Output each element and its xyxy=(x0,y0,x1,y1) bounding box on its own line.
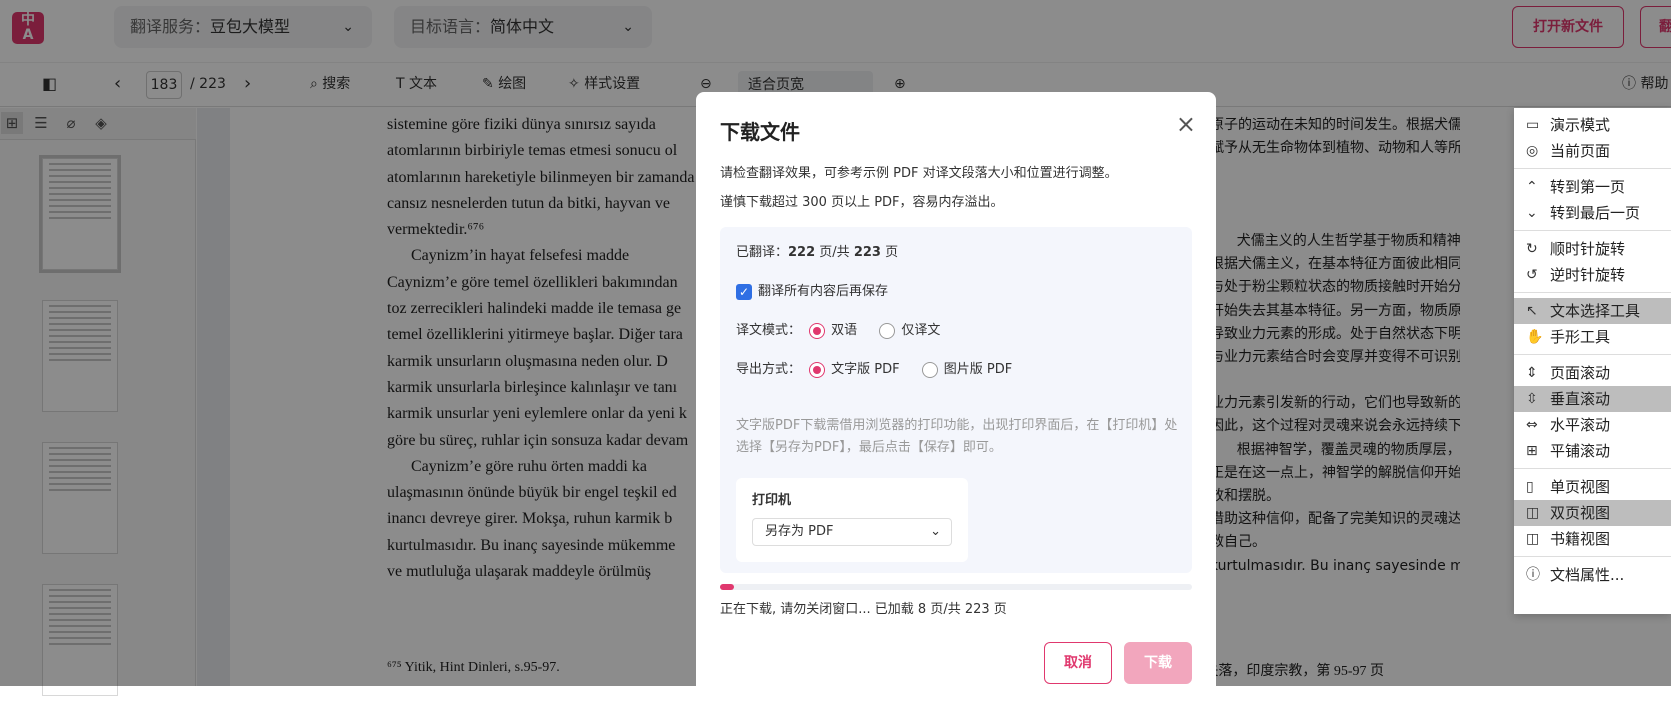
menu-separator xyxy=(1514,354,1671,355)
book-view-icon: ◫ xyxy=(1526,531,1540,547)
menu-item[interactable]: ↖ 文本选择工具 xyxy=(1514,298,1671,324)
printer-label: 打印机 xyxy=(752,493,792,508)
translated-total: 223 xyxy=(853,245,881,260)
menu-item-label: 演示模式 xyxy=(1550,116,1611,134)
download-button[interactable]: 下载 xyxy=(1124,642,1192,684)
download-progress-fill xyxy=(720,584,735,590)
print-hint: 文字版PDF下载需借用浏览器的打印功能，出现打印界面后，在【打印机】处选择【另存… xyxy=(736,418,1178,455)
menu-item-label: 顺时针旋转 xyxy=(1550,240,1626,258)
menu-item-label: 逆时针旋转 xyxy=(1550,266,1626,284)
image-pdf-radio[interactable] xyxy=(921,361,938,378)
menu-item[interactable]: ↻ 顺时针旋转 xyxy=(1514,236,1671,262)
cancel-button[interactable]: 取消 xyxy=(1044,642,1112,684)
export-method-group: 导出方式： 文字版 PDF 图片版 PDF xyxy=(736,360,1012,380)
menu-separator xyxy=(1514,230,1671,231)
menu-item-label: 平铺滚动 xyxy=(1550,442,1611,460)
download-status: 正在下载, 请勿关闭窗口... 已加载 8 页/共 223 页 xyxy=(720,602,1007,617)
menu-item-label: 转到最后一页 xyxy=(1550,204,1641,222)
double-page-icon: ◫ xyxy=(1526,505,1540,521)
translated-label: 已翻译： xyxy=(736,245,789,260)
wrapped-scroll-icon: ⊞ xyxy=(1526,443,1538,459)
text-select-icon: ↖ xyxy=(1526,303,1538,319)
save-after-all-label: 翻译所有内容后再保存 xyxy=(758,284,889,299)
menu-item[interactable]: ▯ 单页视图 xyxy=(1514,474,1671,500)
menu-item[interactable]: ✋ 手形工具 xyxy=(1514,324,1671,350)
translation-mode-group: 译文模式： 双语 仅译文 xyxy=(736,321,940,341)
checkbox-checked-icon[interactable]: ✓ xyxy=(736,283,752,300)
menu-item[interactable]: ▭ 演示模式 xyxy=(1514,112,1671,138)
dialog-note-check: 请检查翻译效果，可参考示例 PDF 对译文段落大小和位置进行调整。 xyxy=(720,166,1118,181)
menu-item[interactable]: ◫ 书籍视图 xyxy=(1514,526,1671,552)
download-progress-bar xyxy=(720,584,1192,590)
menu-item-label: 文档属性... xyxy=(1550,566,1625,584)
last-page-icon: ⌄ xyxy=(1526,205,1538,221)
dialog-note-warning: 谨慎下载超过 300 页以上 PDF，容易内存溢出。 xyxy=(720,195,1004,210)
menu-item[interactable]: ⇳ 垂直滚动 xyxy=(1514,386,1671,412)
translated-count: 已翻译：222 页/共 223 页 xyxy=(736,243,898,263)
bilingual-label: 双语 xyxy=(831,323,858,338)
menu-separator xyxy=(1514,292,1671,293)
menu-item-label: 双页视图 xyxy=(1550,504,1611,522)
printer-section: 打印机 另存为 PDF ⌄ xyxy=(736,478,968,562)
menu-item[interactable]: ⌃ 转到第一页 xyxy=(1514,174,1671,200)
printer-select[interactable]: 另存为 PDF ⌄ xyxy=(752,518,952,546)
menu-item[interactable]: ↺ 逆时针旋转 xyxy=(1514,262,1671,288)
menu-item-label: 单页视图 xyxy=(1550,478,1611,496)
horizontal-scroll-icon: ⇔ xyxy=(1526,417,1538,433)
download-dialog: 下载文件 × 请检查翻译效果，可参考示例 PDF 对译文段落大小和位置进行调整。… xyxy=(696,92,1216,702)
menu-item[interactable]: ◫ 双页视图 xyxy=(1514,500,1671,526)
translated-mid: 页/共 xyxy=(815,245,854,260)
translation-only-radio[interactable] xyxy=(879,322,896,339)
menu-separator xyxy=(1514,168,1671,169)
save-after-all-checkbox[interactable]: ✓ 翻译所有内容后再保存 xyxy=(736,282,888,302)
translation-mode-label: 译文模式： xyxy=(736,323,802,338)
menu-item-label: 手形工具 xyxy=(1550,328,1611,346)
menu-item-label: 文本选择工具 xyxy=(1550,302,1641,320)
menu-item-label: 水平滚动 xyxy=(1550,416,1611,434)
menu-item-label: 当前页面 xyxy=(1550,142,1611,160)
menu-item-label: 转到第一页 xyxy=(1550,178,1626,196)
dialog-title: 下载文件 xyxy=(720,120,800,144)
menu-item[interactable]: ⌄ 转到最后一页 xyxy=(1514,200,1671,226)
rotate-ccw-icon: ↺ xyxy=(1526,267,1538,283)
printer-value: 另存为 PDF xyxy=(765,524,834,539)
menu-item[interactable]: ⓘ 文档属性... xyxy=(1514,562,1671,588)
menu-item[interactable]: ⊞ 平铺滚动 xyxy=(1514,438,1671,464)
menu-item-label: 垂直滚动 xyxy=(1550,390,1611,408)
text-pdf-radio[interactable] xyxy=(809,361,826,378)
translation-only-label: 仅译文 xyxy=(901,323,941,338)
menu-separator xyxy=(1514,556,1671,557)
export-method-label: 导出方式： xyxy=(736,362,802,377)
text-pdf-label: 文字版 PDF xyxy=(831,362,900,377)
menu-item[interactable]: ◎ 当前页面 xyxy=(1514,138,1671,164)
chevron-down-icon: ⌄ xyxy=(930,524,941,539)
page-scroll-icon: ⇕ xyxy=(1526,365,1538,381)
first-page-icon: ⌃ xyxy=(1526,179,1538,195)
single-page-icon: ▯ xyxy=(1526,479,1534,495)
menu-item-label: 书籍视图 xyxy=(1550,530,1611,548)
translated-done: 222 xyxy=(788,245,816,260)
menu-item[interactable]: ⇕ 页面滚动 xyxy=(1514,360,1671,386)
current-page-icon: ◎ xyxy=(1526,143,1539,159)
more-options-menu: ▭ 演示模式 ◎ 当前页面 ⌃ 转到第一页 ⌄ 转到最后一页 ↻ 顺时针旋转 ↺ 逆时针旋转 ↖ 文本选择… xyxy=(1514,108,1671,614)
bilingual-radio[interactable] xyxy=(809,322,826,339)
menu-separator xyxy=(1514,468,1671,469)
menu-item-label: 页面滚动 xyxy=(1550,364,1611,382)
menu-item[interactable]: ⇔ 水平滚动 xyxy=(1514,412,1671,438)
presentation-icon: ▭ xyxy=(1526,117,1540,133)
close-icon[interactable]: × xyxy=(1176,110,1196,138)
translated-unit: 页 xyxy=(880,245,899,260)
doc-properties-icon: ⓘ xyxy=(1526,567,1540,583)
rotate-cw-icon: ↻ xyxy=(1526,241,1538,257)
hand-tool-icon: ✋ xyxy=(1526,329,1544,345)
vertical-scroll-icon: ⇳ xyxy=(1526,391,1538,407)
image-pdf-label: 图片版 PDF xyxy=(943,362,1013,377)
download-options-panel: 已翻译：222 页/共 223 页 ✓ 翻译所有内容后再保存 译文模式： 双语 仅… xyxy=(720,227,1192,573)
